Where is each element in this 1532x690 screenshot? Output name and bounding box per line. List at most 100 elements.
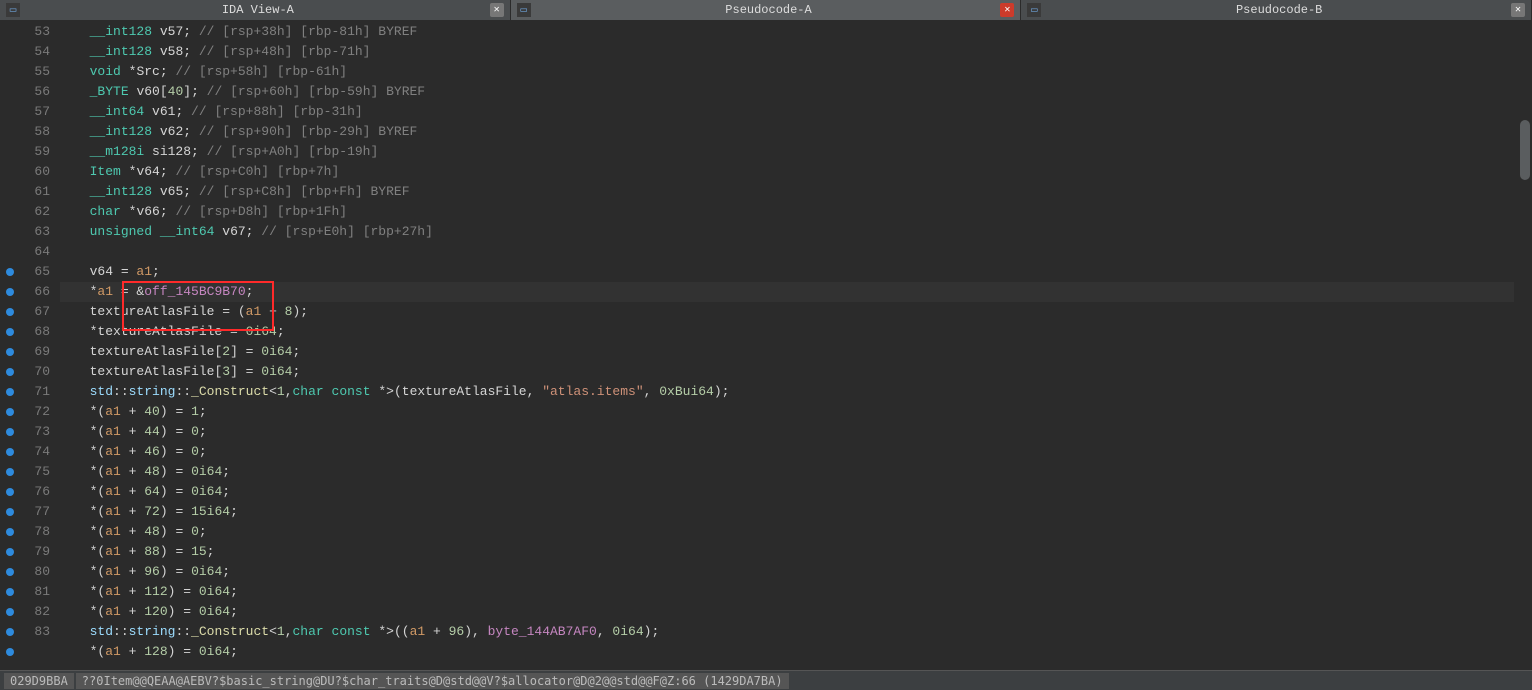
breakpoint-icon[interactable] (6, 388, 14, 396)
code-area[interactable]: __int128 v57; // [rsp+38h] [rbp-81h] BYR… (60, 20, 1514, 662)
code-line[interactable]: *(a1 + 46) = 0; (60, 442, 1514, 462)
code-line[interactable]: unsigned __int64 v67; // [rsp+E0h] [rbp+… (60, 222, 1514, 242)
code-line[interactable]: *(a1 + 40) = 1; (60, 402, 1514, 422)
code-line[interactable]: char *v66; // [rsp+D8h] [rbp+1Fh] (60, 202, 1514, 222)
line-number: 68 (0, 322, 60, 342)
tab-label: Pseudocode-B (1047, 3, 1511, 17)
code-line[interactable]: std::string::_Construct<1,char const *>(… (60, 622, 1514, 642)
breakpoint-icon[interactable] (6, 608, 14, 616)
breakpoint-icon[interactable] (6, 628, 14, 636)
breakpoint-icon[interactable] (6, 448, 14, 456)
code-editor[interactable]: 5354555657585960616263646566676869707172… (0, 20, 1532, 670)
code-line[interactable]: *(a1 + 72) = 15i64; (60, 502, 1514, 522)
code-line[interactable]: _BYTE v60[40]; // [rsp+60h] [rbp-59h] BY… (60, 82, 1514, 102)
breakpoint-icon[interactable] (6, 368, 14, 376)
line-number: 74 (0, 442, 60, 462)
code-line[interactable]: __m128i si128; // [rsp+A0h] [rbp-19h] (60, 142, 1514, 162)
line-number: 73 (0, 422, 60, 442)
status-address: 029D9BBA (4, 673, 74, 689)
code-line[interactable]: *a1 = &off_145BC9B70; (60, 282, 1514, 302)
status-symbol: ??0Item@@QEAA@AEBV?$basic_string@DU?$cha… (76, 673, 789, 689)
close-icon[interactable]: ✕ (1511, 3, 1525, 17)
code-line[interactable]: *(a1 + 64) = 0i64; (60, 482, 1514, 502)
tab-ida-view-a[interactable]: ▭ IDA View-A ✕ (0, 0, 511, 20)
code-line[interactable]: *textureAtlasFile = 0i64; (60, 322, 1514, 342)
tab-pseudocode-b[interactable]: ▭ Pseudocode-B ✕ (1021, 0, 1532, 20)
line-number: 79 (0, 542, 60, 562)
breakpoint-icon[interactable] (6, 488, 14, 496)
breakpoint-icon[interactable] (6, 588, 14, 596)
file-icon: ▭ (1027, 3, 1041, 17)
gutter: 5354555657585960616263646566676869707172… (0, 20, 60, 670)
line-number: 61 (0, 182, 60, 202)
line-number: 63 (0, 222, 60, 242)
line-number: 65 (0, 262, 60, 282)
breakpoint-icon[interactable] (6, 468, 14, 476)
close-icon[interactable]: ✕ (1000, 3, 1014, 17)
code-line[interactable]: *(a1 + 112) = 0i64; (60, 582, 1514, 602)
line-number: 54 (0, 42, 60, 62)
line-number: 71 (0, 382, 60, 402)
code-line[interactable]: std::string::_Construct<1,char const *>(… (60, 382, 1514, 402)
line-number: 76 (0, 482, 60, 502)
line-number: 80 (0, 562, 60, 582)
breakpoint-icon[interactable] (6, 328, 14, 336)
code-line[interactable] (60, 242, 1514, 262)
line-number: 59 (0, 142, 60, 162)
tab-bar: ▭ IDA View-A ✕ ▭ Pseudocode-A ✕ ▭ Pseudo… (0, 0, 1532, 20)
breakpoint-icon[interactable] (6, 648, 14, 656)
code-line[interactable]: *(a1 + 88) = 15; (60, 542, 1514, 562)
scrollbar-vertical[interactable] (1520, 120, 1530, 180)
line-number: 56 (0, 82, 60, 102)
status-bar: 029D9BBA ??0Item@@QEAA@AEBV?$basic_strin… (0, 670, 1532, 690)
code-line[interactable]: __int128 v62; // [rsp+90h] [rbp-29h] BYR… (60, 122, 1514, 142)
breakpoint-icon[interactable] (6, 308, 14, 316)
line-number: 77 (0, 502, 60, 522)
breakpoint-icon[interactable] (6, 428, 14, 436)
close-icon[interactable]: ✕ (490, 3, 504, 17)
code-line[interactable]: *(a1 + 44) = 0; (60, 422, 1514, 442)
code-line[interactable]: __int128 v57; // [rsp+38h] [rbp-81h] BYR… (60, 22, 1514, 42)
line-number: 81 (0, 582, 60, 602)
line-number: 72 (0, 402, 60, 422)
code-line[interactable]: void *Src; // [rsp+58h] [rbp-61h] (60, 62, 1514, 82)
code-line[interactable]: *(a1 + 96) = 0i64; (60, 562, 1514, 582)
breakpoint-icon[interactable] (6, 528, 14, 536)
line-number: 70 (0, 362, 60, 382)
file-icon: ▭ (517, 3, 531, 17)
code-line[interactable]: v64 = a1; (60, 262, 1514, 282)
line-number: 62 (0, 202, 60, 222)
breakpoint-icon[interactable] (6, 548, 14, 556)
line-number: 60 (0, 162, 60, 182)
code-line[interactable]: *(a1 + 48) = 0; (60, 522, 1514, 542)
code-line[interactable]: *(a1 + 48) = 0i64; (60, 462, 1514, 482)
code-line[interactable]: textureAtlasFile[3] = 0i64; (60, 362, 1514, 382)
code-line[interactable]: __int128 v65; // [rsp+C8h] [rbp+Fh] BYRE… (60, 182, 1514, 202)
breakpoint-icon[interactable] (6, 408, 14, 416)
line-number: 83 (0, 622, 60, 642)
line-number: 55 (0, 62, 60, 82)
line-number: 82 (0, 602, 60, 622)
line-number: 64 (0, 242, 60, 262)
tab-pseudocode-a[interactable]: ▭ Pseudocode-A ✕ (511, 0, 1022, 20)
line-number: 53 (0, 22, 60, 42)
breakpoint-icon[interactable] (6, 288, 14, 296)
line-number: 75 (0, 462, 60, 482)
code-line[interactable]: textureAtlasFile[2] = 0i64; (60, 342, 1514, 362)
line-number: 58 (0, 122, 60, 142)
line-number: 67 (0, 302, 60, 322)
code-line[interactable]: Item *v64; // [rsp+C0h] [rbp+7h] (60, 162, 1514, 182)
line-number: 78 (0, 522, 60, 542)
code-line[interactable]: textureAtlasFile = (a1 + 8); (60, 302, 1514, 322)
code-line[interactable]: __int128 v58; // [rsp+48h] [rbp-71h] (60, 42, 1514, 62)
code-line[interactable]: *(a1 + 120) = 0i64; (60, 602, 1514, 622)
code-line[interactable]: __int64 v61; // [rsp+88h] [rbp-31h] (60, 102, 1514, 122)
breakpoint-icon[interactable] (6, 568, 14, 576)
breakpoint-icon[interactable] (6, 348, 14, 356)
code-line[interactable]: *(a1 + 128) = 0i64; (60, 642, 1514, 662)
line-number: 57 (0, 102, 60, 122)
tab-label: IDA View-A (26, 3, 490, 17)
breakpoint-icon[interactable] (6, 268, 14, 276)
line-number: 69 (0, 342, 60, 362)
breakpoint-icon[interactable] (6, 508, 14, 516)
